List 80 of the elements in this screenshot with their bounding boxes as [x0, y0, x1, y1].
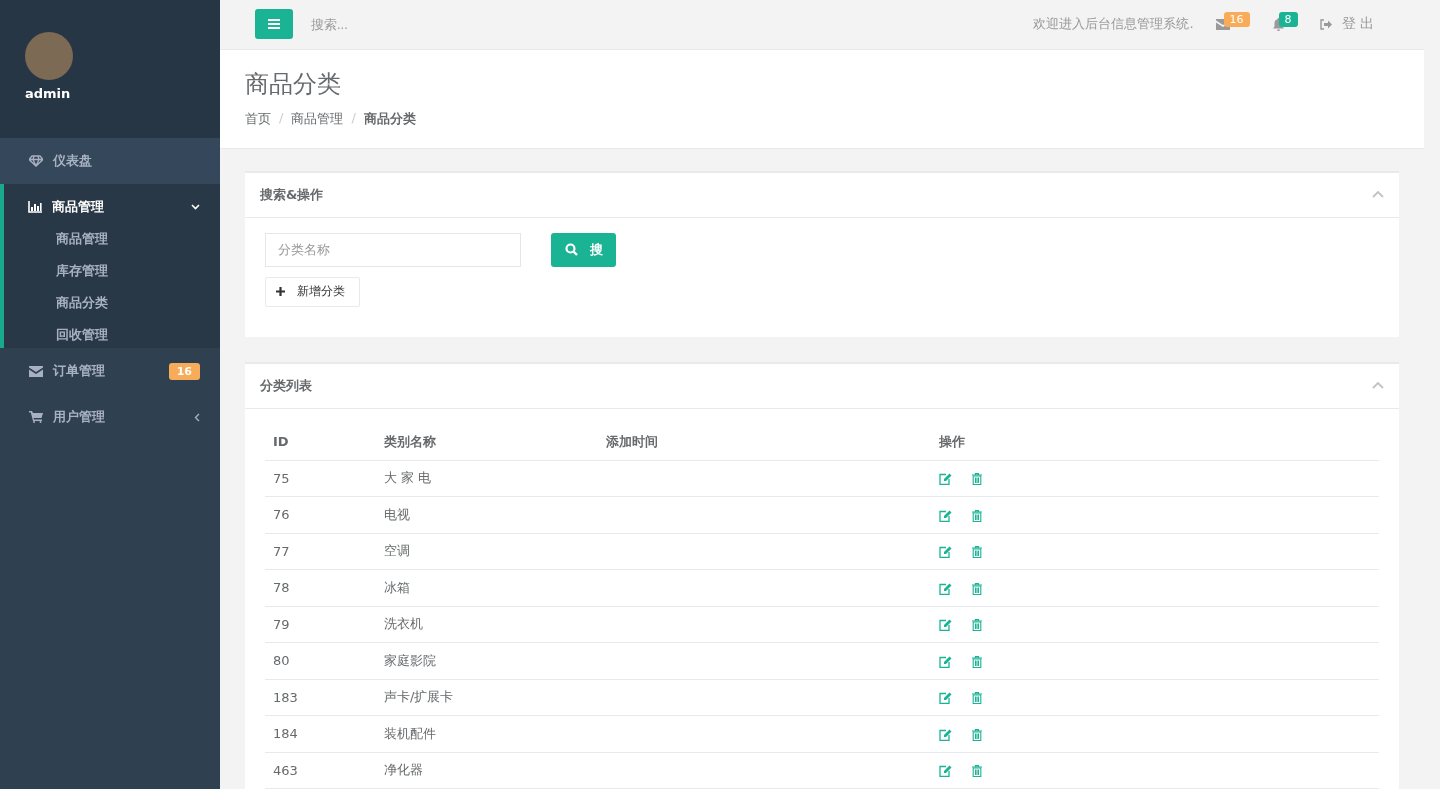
- breadcrumb-current: 商品分类: [363, 109, 416, 128]
- table-cell: 声卡/扩展卡: [384, 689, 454, 705]
- trash-icon[interactable]: [972, 765, 983, 778]
- count-badge: 16: [1223, 12, 1250, 27]
- menu-icon: [268, 19, 280, 30]
- nav-item[interactable]: 用户管理: [0, 394, 220, 440]
- table-cell: 78: [273, 580, 290, 596]
- column-header: ID: [273, 434, 289, 449]
- submenu-item[interactable]: 商品分类: [56, 294, 108, 312]
- submenu-item[interactable]: 库存管理: [56, 262, 108, 280]
- edit-icon[interactable]: [939, 692, 952, 705]
- chevron-up-icon[interactable]: [1372, 382, 1384, 389]
- nav-item[interactable]: 仪表盘: [0, 138, 220, 184]
- welcome-text: 欢迎进入后台信息管理系统.: [1033, 15, 1194, 34]
- table-cell: 75: [273, 470, 290, 486]
- breadcrumb-link[interactable]: 首页: [245, 109, 271, 128]
- nav-label: 仪表盘: [53, 152, 92, 170]
- envelope-icon: [29, 365, 43, 377]
- add-category-button[interactable]: 新增分类: [265, 276, 360, 307]
- breadcrumb-separator: /: [279, 109, 284, 127]
- breadcrumb-separator: /: [351, 109, 356, 127]
- table-cell: 80: [273, 653, 290, 669]
- menu-button[interactable]: [255, 9, 293, 40]
- table-cell: 76: [273, 507, 290, 523]
- search-field[interactable]: 搜索...: [309, 15, 513, 33]
- nav-label: 商品管理: [52, 198, 104, 216]
- trash-icon[interactable]: [972, 619, 983, 632]
- edit-icon[interactable]: [939, 582, 952, 595]
- trash-icon[interactable]: [972, 473, 983, 486]
- edit-icon[interactable]: [939, 546, 952, 559]
- table-cell: 184: [273, 726, 298, 742]
- table-cell: 183: [273, 689, 298, 705]
- table-cell: 77: [273, 543, 290, 559]
- trash-icon[interactable]: [972, 655, 983, 668]
- edit-icon[interactable]: [939, 655, 952, 668]
- table-cell: 冰箱: [384, 579, 410, 595]
- table-cell: 大 家 电: [384, 470, 432, 486]
- page-title: 商品分类: [245, 68, 341, 100]
- submenu-item[interactable]: 回收管理: [56, 326, 108, 344]
- table-cell: 79: [273, 616, 290, 632]
- panel-title: 搜索&操作: [260, 185, 324, 204]
- edit-icon[interactable]: [939, 509, 952, 522]
- nav-label: 订单管理: [53, 362, 105, 380]
- trash-icon[interactable]: [972, 509, 983, 522]
- trash-icon[interactable]: [972, 546, 983, 559]
- diamond-icon: [29, 155, 43, 167]
- nav-item[interactable]: 订单管理 16: [0, 348, 220, 394]
- category-name-field[interactable]: 分类名称: [265, 232, 521, 267]
- chevron-up-icon[interactable]: [1372, 191, 1384, 198]
- column-header: 添加时间: [606, 433, 658, 449]
- table-cell: 家庭影院: [384, 652, 436, 668]
- table-cell: 洗衣机: [384, 616, 423, 632]
- cart-icon: [29, 411, 43, 423]
- plus-icon: [276, 287, 285, 296]
- panel-title: 分类列表: [260, 376, 312, 395]
- table-cell: 463: [273, 762, 298, 778]
- search-icon: [565, 243, 578, 256]
- table-cell: 净化器: [384, 762, 423, 778]
- table-cell: 电视: [384, 506, 410, 522]
- count-badge: 8: [1278, 12, 1298, 27]
- trash-icon[interactable]: [972, 692, 983, 705]
- breadcrumb-link[interactable]: 商品管理: [291, 109, 344, 128]
- edit-icon[interactable]: [939, 473, 952, 486]
- avatar[interactable]: [25, 32, 73, 80]
- table-cell: 空调: [384, 543, 410, 559]
- table-cell: 装机配件: [384, 725, 436, 741]
- column-header: 类别名称: [384, 433, 436, 449]
- edit-icon[interactable]: [939, 728, 952, 741]
- logout-icon: [1319, 18, 1332, 30]
- submenu-item[interactable]: 商品管理: [56, 230, 108, 248]
- bar-chart-icon: [28, 201, 42, 213]
- trash-icon[interactable]: [972, 728, 983, 741]
- user-name: admin: [25, 86, 71, 101]
- nav-item[interactable]: 商品管理: [0, 184, 220, 230]
- trash-icon[interactable]: [972, 582, 983, 595]
- column-header: 操作: [939, 433, 965, 449]
- edit-icon[interactable]: [939, 765, 952, 778]
- count-badge: 16: [168, 362, 200, 380]
- nav-label: 用户管理: [53, 408, 105, 426]
- edit-icon[interactable]: [939, 619, 952, 632]
